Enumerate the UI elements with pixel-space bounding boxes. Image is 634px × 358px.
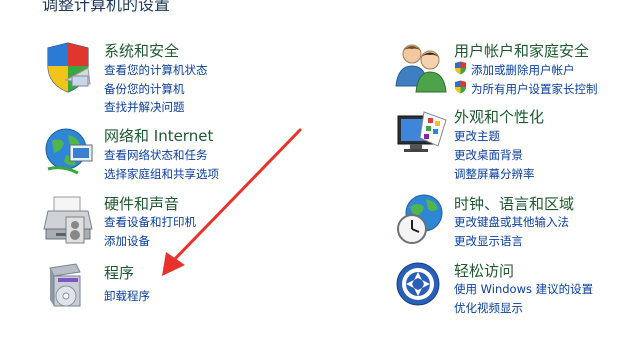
uac-shield-icon: [454, 80, 467, 94]
ease-of-access-icon[interactable]: [394, 260, 450, 316]
link-backup-computer[interactable]: 备份您的计算机: [104, 81, 185, 97]
category-title-network-internet[interactable]: 网络和 Internet: [104, 125, 213, 146]
link-parental-controls[interactable]: 为所有用户设置家长控制: [471, 81, 598, 97]
shield-icon[interactable]: [42, 40, 98, 96]
category-title-ease-of-access[interactable]: 轻松访问: [454, 260, 514, 281]
link-uninstall-program[interactable]: 卸载程序: [104, 288, 150, 304]
link-add-remove-accounts[interactable]: 添加或删除用户帐户: [471, 62, 575, 78]
link-add-device[interactable]: 添加设备: [104, 233, 150, 249]
link-optimize-video-display[interactable]: 优化视频显示: [454, 300, 523, 316]
category-title-appearance-personalization[interactable]: 外观和个性化: [454, 106, 544, 127]
link-change-theme[interactable]: 更改主题: [454, 128, 500, 144]
category-title-system-security[interactable]: 系统和安全: [104, 40, 179, 61]
programs-disc-box-icon[interactable]: [42, 262, 98, 318]
category-title-programs[interactable]: 程序: [104, 262, 134, 283]
link-devices-printers[interactable]: 查看设备和打印机: [104, 214, 196, 230]
globe-clock-icon[interactable]: [394, 193, 450, 249]
link-windows-recommended-settings[interactable]: 使用 Windows 建议的设置: [454, 281, 593, 297]
link-change-display-language[interactable]: 更改显示语言: [454, 233, 523, 249]
uac-shield-icon: [454, 61, 467, 75]
link-troubleshoot[interactable]: 查找并解决问题: [104, 99, 185, 115]
link-view-computer-status[interactable]: 查看您的计算机状态: [104, 62, 208, 78]
category-title-clock-language-region[interactable]: 时钟、语言和区域: [454, 193, 574, 214]
link-change-desktop-background[interactable]: 更改桌面背景: [454, 147, 523, 163]
link-adjust-resolution[interactable]: 调整屏幕分辨率: [454, 166, 535, 182]
printer-icon[interactable]: [42, 193, 98, 249]
link-change-keyboard-input[interactable]: 更改键盘或其他输入法: [454, 214, 569, 230]
page-title: 调整计算机的设置: [42, 0, 171, 14]
link-homegroup-sharing[interactable]: 选择家庭组和共享选项: [104, 166, 219, 182]
category-title-hardware-sound[interactable]: 硬件和声音: [104, 193, 179, 214]
monitor-palette-icon[interactable]: [394, 106, 450, 162]
category-title-user-accounts[interactable]: 用户帐户和家庭安全: [454, 40, 589, 61]
users-icon[interactable]: [394, 40, 450, 96]
link-network-status-tasks[interactable]: 查看网络状态和任务: [104, 147, 208, 163]
globe-network-icon[interactable]: [42, 125, 98, 181]
